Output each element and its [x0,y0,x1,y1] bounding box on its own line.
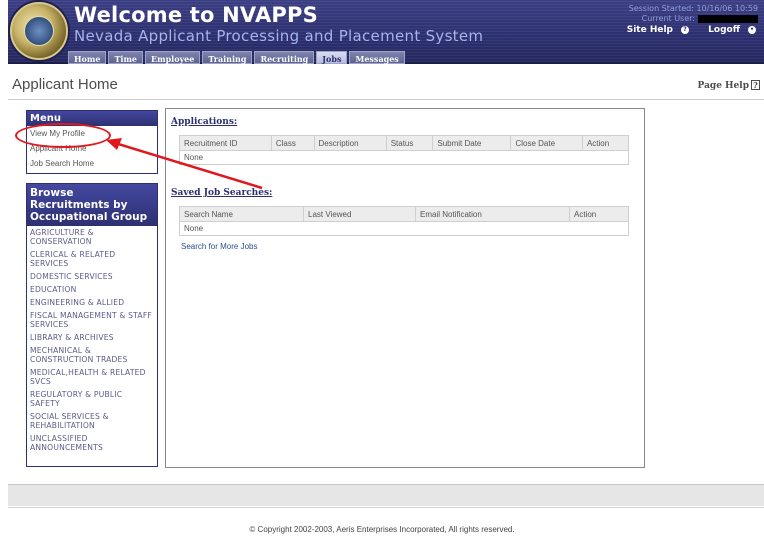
tab-time[interactable]: Time [108,51,143,64]
site-help-label: Site Help [626,25,674,35]
occupational-group-link[interactable]: AGRICULTURE & CONSERVATION [27,226,157,248]
column-header: Submit Date [432,135,512,151]
occupational-group-link[interactable]: EDUCATION [27,283,157,296]
current-user-redacted [698,14,758,23]
help-icon: ? [751,80,760,90]
tab-messages[interactable]: Messages [349,51,405,64]
column-header: Description [313,135,387,151]
empty-cell: None [179,221,629,236]
site-help-link[interactable]: Site Help? [619,25,690,35]
table-row: None [179,221,629,236]
column-header: Status [385,135,434,151]
column-header: Action [581,135,630,151]
logoff-link[interactable]: Logoff • [700,25,756,35]
browse-recruitments-box: Browse Recruitments by Occupational Grou… [26,183,158,467]
applications-title: Applications: [171,117,238,127]
help-icon: ? [681,25,690,34]
session-info: Session Started: 10/16/06 10:59 Current … [629,4,758,24]
column-header: Recruitment ID [179,135,272,151]
menu-item-job-search-home[interactable]: Job Search Home [27,156,157,171]
occupational-group-link[interactable]: CLERICAL & RELATED SERVICES [27,248,157,270]
page-help-link[interactable]: Page Help? [698,80,760,91]
saved-searches-table: Search Name Last Viewed Email Notificati… [179,206,629,236]
copyright-text: © Copyright 2002-2003, Aeris Enterprises… [249,525,515,534]
occupational-group-link[interactable]: MECHANICAL & CONSTRUCTION TRADES [27,344,157,366]
empty-cell: None [179,150,629,165]
footer-bar [8,484,764,506]
table-row: None [179,150,629,165]
occupational-group-link[interactable]: REGULATORY & PUBLIC SAFETY [27,388,157,410]
occupational-group-link[interactable]: LIBRARY & ARCHIVES [27,331,157,344]
column-header: Action [569,206,629,222]
column-header: Class [270,135,315,151]
state-seal-logo [10,2,68,60]
highlight-oval [15,123,111,148]
saved-searches-title: Saved Job Searches: [171,188,273,198]
column-header: Last Viewed [303,206,416,222]
logoff-label: Logoff [708,25,740,35]
occupational-group-link[interactable]: UNCLASSIFIED ANNOUNCEMENTS [27,432,157,454]
table-header-row: Recruitment ID Class Description Status … [179,135,630,151]
main-nav: Home Time Employee Training Recruiting J… [68,51,405,65]
session-started-label: Session Started: [628,4,694,13]
occupational-group-link[interactable]: ENGINEERING & ALLIED [27,296,157,309]
occupational-group-link[interactable]: DOMESTIC SERVICES [27,270,157,283]
table-header-row: Search Name Last Viewed Email Notificati… [179,206,629,222]
page-title-bar: Applicant Home Page Help? [8,74,764,100]
applications-table: Recruitment ID Class Description Status … [179,135,630,165]
site-links: Site Help? Logoff • [611,25,756,35]
session-started-value: 10/16/06 10:59 [696,4,758,13]
search-more-jobs-link[interactable]: Search for More Jobs [181,242,257,251]
browse-header: Browse Recruitments by Occupational Grou… [27,184,157,226]
occupational-group-link[interactable]: FISCAL MANAGEMENT & STAFF SERVICES [27,309,157,331]
tab-employee[interactable]: Employee [145,51,201,64]
logoff-icon: • [748,25,756,34]
tab-home[interactable]: Home [68,51,107,64]
tab-jobs[interactable]: Jobs [316,51,348,64]
column-header: Search Name [179,206,304,222]
tab-recruiting[interactable]: Recruiting [254,51,315,64]
current-user-label: Current User: [641,14,695,23]
column-header: Email Notification [415,206,570,222]
page-help-label: Page Help [697,81,749,91]
seal-center [24,16,54,46]
tab-training[interactable]: Training [202,51,253,64]
occupational-group-link[interactable]: SOCIAL SERVICES & REHABILITATION [27,410,157,432]
app-subtitle: Nevada Applicant Processing and Placemen… [74,27,484,45]
page-title: Applicant Home [12,76,118,93]
main-panel: Applications: Recruitment ID Class Descr… [165,108,645,468]
occupational-group-link[interactable]: MEDICAL,HEALTH & RELATED SVCS [27,366,157,388]
app-title: Welcome to NVAPPS [74,3,318,27]
column-header: Close Date [510,135,583,151]
